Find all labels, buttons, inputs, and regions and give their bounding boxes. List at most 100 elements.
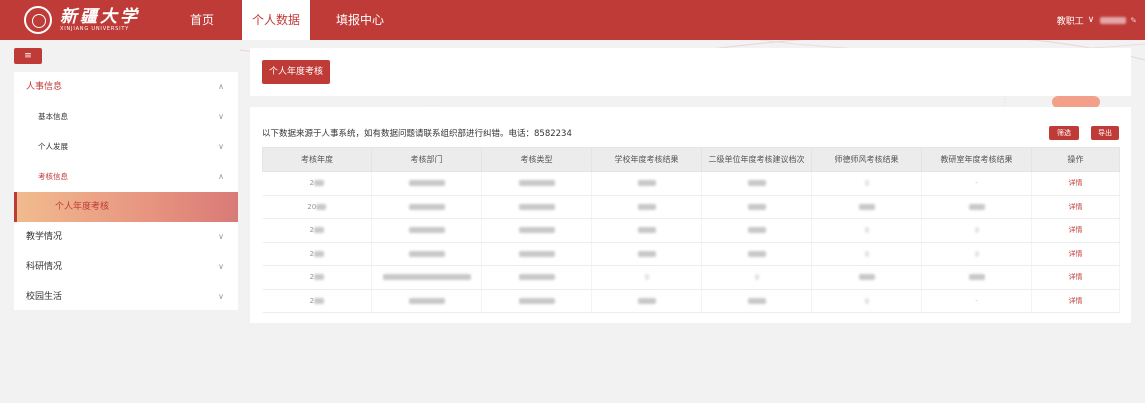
table-row: 2 详情 [262, 218, 1120, 243]
sidebar-item-personnel-info[interactable]: 人事信息 ∧ [14, 72, 238, 102]
redacted-cell [371, 265, 482, 290]
redacted-cell [371, 171, 482, 196]
top-bar: 新疆大学 XINJIANG UNIVERSITY 首页 个人数据 填报中心 教职… [0, 0, 1145, 40]
detail-link[interactable]: 详情 [1031, 171, 1120, 196]
sidebar-item-teaching[interactable]: 教学情况 ∨ [14, 222, 238, 252]
redacted-cell [591, 218, 702, 243]
detail-link[interactable]: 详情 [1031, 195, 1120, 219]
redacted-cell [921, 242, 1032, 266]
export-button[interactable]: 导出 [1091, 126, 1119, 140]
column-header: 考核年度 [262, 147, 372, 172]
redacted-cell [591, 265, 702, 290]
detail-link[interactable]: 详情 [1031, 218, 1120, 243]
redacted-cell [921, 195, 1032, 219]
redacted-cell [481, 218, 592, 243]
table-row: 2 - 详情 [262, 171, 1120, 196]
redacted-cell [701, 171, 812, 196]
column-header: 师德师风考核结果 [811, 147, 922, 172]
chevron-up-icon: ∧ [218, 172, 224, 181]
chevron-down-icon: ∨ [218, 112, 224, 121]
redacted-cell [591, 195, 702, 219]
university-seal-icon [24, 6, 52, 34]
year-cell: 2 [262, 265, 372, 290]
redacted-cell [591, 242, 702, 266]
redacted-cell [701, 195, 812, 219]
user-name-redacted [1100, 16, 1127, 24]
redacted-cell [481, 289, 592, 313]
sidebar-item-label: 个人发展 [38, 142, 68, 151]
redacted-cell [811, 218, 922, 243]
data-source-notice: 以下数据来源于人事系统，如有数据问题请联系组织部进行纠错。电话：8582234 [262, 129, 572, 139]
sidebar-item-annual-assessment[interactable]: 个人年度考核 [14, 192, 238, 222]
chevron-down-icon: ∨ [218, 142, 224, 151]
assessment-table: 考核年度 考核部门 考核类型 学校年度考核结果 二级单位年度考核建议档次 师德师… [262, 147, 1120, 313]
redacted-cell [371, 218, 482, 243]
redacted-cell [591, 171, 702, 196]
sidebar-item-label: 考核信息 [38, 172, 68, 181]
redacted-cell [811, 195, 922, 219]
sidebar-item-research[interactable]: 科研情况 ∨ [14, 252, 238, 282]
redacted-cell [371, 195, 482, 219]
nav-report-center[interactable]: 填报中心 [328, 0, 392, 40]
user-menu[interactable]: 教职工 ∨ ✎ [1057, 0, 1137, 40]
column-header: 操作 [1031, 147, 1120, 172]
sidebar-item-label: 校园生活 [26, 292, 63, 302]
table-row: 2 详情 [262, 242, 1120, 266]
table-header-row: 考核年度 考核部门 考核类型 学校年度考核结果 二级单位年度考核建议档次 师德师… [262, 147, 1120, 172]
column-header: 考核部门 [371, 147, 482, 172]
sidebar-item-label: 教学情况 [26, 232, 63, 242]
detail-link[interactable]: 详情 [1031, 242, 1120, 266]
chevron-down-icon: ∨ [218, 232, 224, 241]
chevron-down-icon: ∨ [218, 292, 224, 301]
university-logo[interactable]: 新疆大学 XINJIANG UNIVERSITY [24, 6, 140, 34]
section-header-card: 个人年度考核 [250, 48, 1131, 96]
table-row: 2 - 详情 [262, 289, 1120, 313]
sidebar: 人事信息 ∧ 基本信息 ∨ 个人发展 ∨ 考核信息 ∧ 个人年度考核 教学情况 … [14, 72, 238, 310]
year-cell: 2 [262, 289, 372, 313]
annual-assessment-button[interactable]: 个人年度考核 [262, 60, 330, 84]
column-header: 二级单位年度考核建议档次 [701, 147, 812, 172]
assessment-table-card: 以下数据来源于人事系统，如有数据问题请联系组织部进行纠错。电话：8582234 … [250, 107, 1131, 323]
redacted-cell [701, 265, 812, 290]
chevron-down-icon: ∨ [218, 262, 224, 271]
year-cell: 20 [262, 195, 372, 219]
redacted-cell [481, 195, 592, 219]
filter-button[interactable]: 筛选 [1049, 126, 1079, 140]
redacted-cell [921, 218, 1032, 243]
column-header: 学校年度考核结果 [591, 147, 702, 172]
nav-personal-data[interactable]: 个人数据 [242, 0, 310, 40]
table-row: 2 详情 [262, 265, 1120, 290]
menu-toggle-button[interactable]: ≡ [14, 48, 42, 64]
sidebar-item-basic-info[interactable]: 基本信息 ∨ [14, 102, 238, 132]
redacted-cell [481, 265, 592, 290]
redacted-cell [921, 265, 1032, 290]
sidebar-item-label: 个人年度考核 [55, 202, 110, 212]
redacted-cell [591, 289, 702, 313]
edit-icon[interactable]: ✎ [1130, 16, 1137, 25]
detail-link[interactable]: 详情 [1031, 289, 1120, 313]
redacted-cell [811, 289, 922, 313]
year-cell: 2 [262, 171, 372, 196]
redacted-cell [701, 289, 812, 313]
dash-cell: - [921, 289, 1032, 313]
redacted-cell [811, 242, 922, 266]
chevron-up-icon: ∧ [218, 82, 224, 91]
redacted-cell [371, 242, 482, 266]
logo-chinese-text: 新疆大学 [60, 6, 140, 27]
sidebar-item-campus-life[interactable]: 校园生活 ∨ [14, 282, 238, 312]
redacted-cell [481, 242, 592, 266]
redacted-cell [481, 171, 592, 196]
year-cell: 2 [262, 218, 372, 243]
chevron-down-icon: ∨ [1087, 15, 1095, 25]
column-header: 教研室年度考核结果 [921, 147, 1032, 172]
detail-link[interactable]: 详情 [1031, 265, 1120, 290]
sidebar-item-assessment-info[interactable]: 考核信息 ∧ [14, 162, 238, 192]
sidebar-item-label: 科研情况 [26, 262, 63, 272]
logo-english-text: XINJIANG UNIVERSITY [60, 25, 130, 32]
redacted-cell [701, 218, 812, 243]
sidebar-item-personal-development[interactable]: 个人发展 ∨ [14, 132, 238, 162]
sidebar-item-label: 人事信息 [26, 82, 63, 92]
sidebar-item-label: 基本信息 [38, 112, 68, 121]
nav-home[interactable]: 首页 [178, 0, 226, 40]
table-row: 20 详情 [262, 195, 1120, 219]
